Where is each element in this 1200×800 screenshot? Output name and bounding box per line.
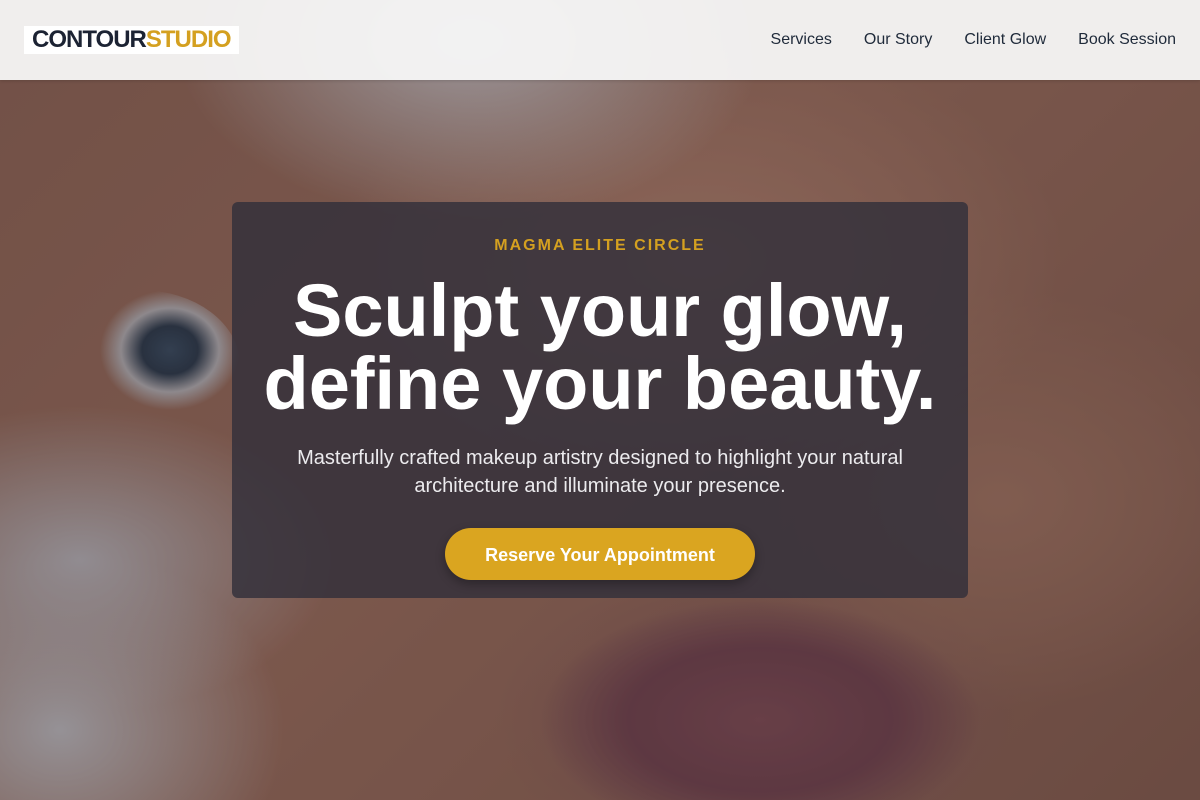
nav-link-services[interactable]: Services [771, 31, 832, 49]
logo-text-primary: CONTOUR [32, 26, 147, 53]
hero-headline: Sculpt your glow, define your beauty. [232, 274, 968, 421]
page: CONTOUR STUDIO Services Our Story Client … [0, 0, 1200, 800]
hero-card: MAGMA ELITE CIRCLE Sculpt your glow, def… [232, 202, 968, 598]
site-logo[interactable]: CONTOUR STUDIO [24, 26, 239, 54]
main-nav: Services Our Story Client Glow Book Sess… [771, 31, 1176, 49]
hero-subtitle: Masterfully crafted makeup artistry desi… [297, 447, 903, 497]
hero-eyebrow: MAGMA ELITE CIRCLE [494, 237, 706, 254]
nav-link-book-session[interactable]: Book Session [1078, 31, 1176, 49]
hero-headline-line-2: define your beauty. [263, 342, 937, 425]
nav-link-client-glow[interactable]: Client Glow [964, 31, 1046, 49]
hero-headline-line-1: Sculpt your glow, [293, 269, 907, 352]
logo-text-accent: STUDIO [145, 26, 232, 53]
site-header: CONTOUR STUDIO Services Our Story Client … [0, 0, 1200, 80]
reserve-appointment-button[interactable]: Reserve Your Appointment [445, 528, 755, 580]
nav-link-our-story[interactable]: Our Story [864, 31, 932, 49]
